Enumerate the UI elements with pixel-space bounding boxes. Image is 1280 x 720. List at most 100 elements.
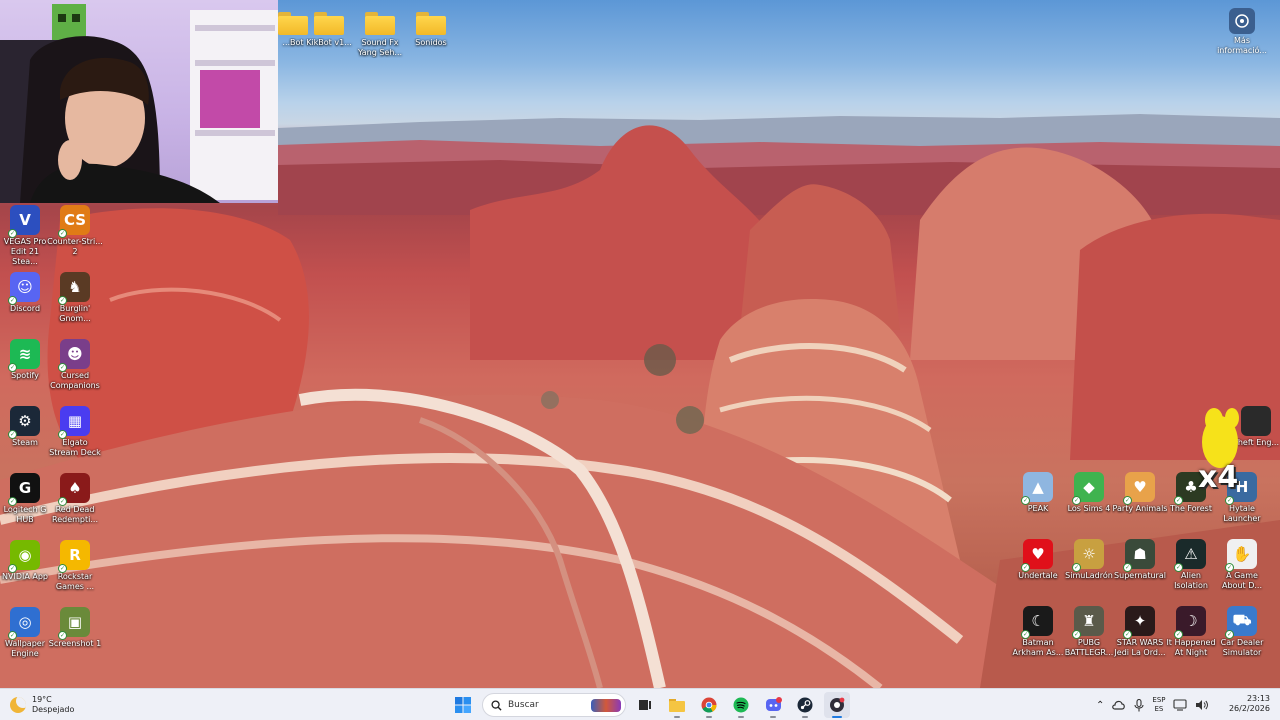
desktop-icon-label: VEGAS Pro Edit 21 Stea...: [3, 237, 47, 266]
folder-icon: [314, 12, 344, 36]
desktop-icon-it-happened-at-night[interactable]: ☽ ✓ It Happened At Night: [1166, 606, 1216, 658]
desktop-icon-label: Spotify: [11, 371, 39, 380]
chrome-button[interactable]: [696, 692, 722, 718]
desktop-icon-red-dead-redempti[interactable]: ♠ ✓ Red Dead Redempti...: [50, 473, 100, 525]
desktop-icon-elgato-stream-deck[interactable]: ▦ ✓ Elgato Stream Deck: [49, 406, 101, 458]
desktop-icon-vegas-pro-edit-21-stea[interactable]: V ✓ VEGAS Pro Edit 21 Stea...: [0, 205, 50, 267]
desktop-icon-pubg-battlegr[interactable]: ♜ ✓ PUBG BATTLEGR...: [1064, 606, 1114, 658]
desktop-icon-label: Logitech G HUB: [3, 505, 47, 524]
sync-check-icon: ✓: [8, 430, 17, 439]
app-icon: ◎ ✓: [8, 607, 40, 640]
folder-sonidos[interactable]: Sonidos: [406, 8, 456, 48]
folder-label: Sonidos: [415, 38, 447, 47]
folder-kikbot[interactable]: KikBot v1...: [304, 8, 354, 48]
desktop-icon-party-animals[interactable]: ♥ ✓ Party Animals: [1112, 472, 1168, 514]
desktop-icon-rockstar-games[interactable]: R ✓ Rockstar Games ...: [50, 540, 100, 592]
sync-check-icon: ✓: [1072, 630, 1081, 639]
folder-sound-fx[interactable]: Sound Fx Yang Seh...: [355, 8, 405, 58]
desktop-icon-label: NVIDIA App: [2, 572, 48, 581]
more-info-button[interactable]: Más informació...: [1217, 8, 1267, 56]
desktop-icon-nvidia-app[interactable]: ◉ ✓ NVIDIA App: [0, 540, 50, 582]
app-glyph: ♥: [1031, 545, 1045, 563]
spotify-button[interactable]: [728, 692, 754, 718]
desktop-icon-counter-stri-2[interactable]: CS ✓ Counter-Stri... 2: [47, 205, 103, 257]
desktop-icon-label: Burglin' Gnom...: [59, 304, 91, 323]
weather-widget[interactable]: 19°C Despejado: [10, 693, 74, 717]
chevron-up-icon[interactable]: ⌃: [1096, 700, 1104, 711]
desktop-icon-label: Wallpaper Engine: [4, 639, 45, 658]
desktop-icon-supernatural[interactable]: ☗ ✓ Supernatural: [1114, 539, 1166, 581]
file-explorer-button[interactable]: [664, 692, 690, 718]
app-icon: ▣ ✓: [58, 607, 90, 640]
cloud-icon[interactable]: [1112, 699, 1126, 711]
desktop-icon-label: PEAK: [1027, 504, 1049, 513]
sync-check-icon: ✓: [8, 631, 17, 640]
folder-icon: [669, 699, 685, 712]
discord-button[interactable]: [760, 692, 786, 718]
app-glyph: ⛟: [1232, 611, 1252, 629]
task-view-button[interactable]: [632, 692, 658, 718]
sync-check-icon: ✓: [1021, 496, 1030, 505]
desktop-icon-label: Discord: [9, 304, 41, 313]
steam-icon: [797, 697, 813, 713]
app-glyph: G: [18, 479, 32, 497]
desktop-icon-screenshot-1[interactable]: ▣ ✓ Screenshot 1: [49, 607, 101, 649]
desktop-icon-peak[interactable]: ▲ ✓ PEAK: [1013, 472, 1063, 514]
app-glyph: ☽: [1184, 612, 1198, 630]
desktop-icon-simuladr-n[interactable]: ☼ ✓ SimuLadrón: [1064, 539, 1114, 581]
clock[interactable]: 23:13 26/2/2026: [1226, 694, 1270, 714]
app-icon: ☗ ✓: [1123, 539, 1155, 572]
desktop-icon-car-dealer-simulator[interactable]: ⛟ ✓ Car Dealer Simulator: [1217, 606, 1267, 658]
folder-icon: [416, 12, 446, 36]
desktop-icon-los-sims-4[interactable]: ◆ ✓ Los Sims 4: [1064, 472, 1114, 514]
webcam-feed: [0, 4, 278, 203]
mascot-sticker: x4: [1196, 398, 1250, 498]
sync-check-icon: ✓: [1072, 496, 1081, 505]
desktop-icon-label: STAR WARS Jedi La Ord...: [1114, 638, 1166, 657]
running-indicator: [706, 716, 712, 718]
desktop-icon-batman-arkham-as[interactable]: ☾ ✓ Batman Arkham As...: [1013, 606, 1063, 658]
desktop-icon-label: Supernatural: [1114, 571, 1166, 580]
search-box[interactable]: Buscar: [482, 693, 626, 717]
desktop-icon-alien-isolation[interactable]: ⚠ ✓ Alien Isolation: [1166, 539, 1216, 591]
app-glyph: ⚠: [1184, 545, 1198, 563]
sync-check-icon: ✓: [1225, 630, 1234, 639]
language-indicator[interactable]: ESP ES: [1152, 696, 1165, 714]
app-icon: ☼ ✓: [1072, 539, 1104, 572]
desktop-icon-logitech-g-hub[interactable]: G ✓ Logitech G HUB: [0, 473, 50, 525]
steam-button[interactable]: [792, 692, 818, 718]
desktop-icon-spotify[interactable]: ≋ ✓ Spotify: [0, 339, 50, 381]
desktop-icon-label: PUBG BATTLEGR...: [1064, 638, 1114, 657]
desktop-icon-label: It Happened At Night: [1166, 638, 1216, 657]
webcam-overlay: [0, 0, 278, 203]
app-icon: ♞ ✓: [58, 272, 90, 305]
desktop-icon-steam[interactable]: ⚙ ✓ Steam: [0, 406, 50, 448]
desktop-icon-undertale[interactable]: ♥ ✓ Undertale: [1013, 539, 1063, 581]
volume-icon[interactable]: [1195, 699, 1209, 711]
desktop-icon-wallpaper-engine[interactable]: ◎ ✓ Wallpaper Engine: [0, 607, 50, 659]
app-glyph: ♥: [1133, 478, 1147, 496]
desktop-icon-label: Counter-Stri... 2: [47, 237, 103, 256]
desktop-icon-burglin-gnom[interactable]: ♞ ✓ Burglin' Gnom...: [50, 272, 100, 324]
network-icon[interactable]: [1173, 699, 1188, 711]
desktop-icon-discord[interactable]: ☺ ✓ Discord: [0, 272, 50, 314]
desktop-icon-star-wars-jedi-la-ord[interactable]: ✦ ✓ STAR WARS Jedi La Ord...: [1114, 606, 1166, 658]
start-button[interactable]: [450, 692, 476, 718]
sync-check-icon: ✓: [1174, 563, 1183, 572]
desktop-icon-label: Party Animals: [1112, 504, 1168, 513]
desktop-icon-label: Hytale Launcher: [1223, 504, 1261, 523]
app-glyph: ♞: [68, 278, 82, 296]
microphone-icon[interactable]: [1134, 698, 1144, 712]
app-icon: ⛟ ✓: [1225, 606, 1257, 639]
desktop-icon-cursed-companions[interactable]: ☻ ✓ Cursed Companions: [50, 339, 100, 391]
sync-check-icon: ✓: [1021, 630, 1030, 639]
camera-icon: [1229, 8, 1255, 34]
recording-app-button[interactable]: [824, 692, 850, 718]
app-glyph: ✦: [1133, 612, 1147, 630]
app-glyph: ✋: [1232, 545, 1252, 563]
desktop-icon-a-game-about-d[interactable]: ✋ ✓ A Game About D...: [1217, 539, 1267, 591]
app-glyph: ▲: [1032, 478, 1044, 496]
sync-check-icon: ✓: [58, 229, 67, 238]
sync-check-icon: ✓: [1021, 563, 1030, 572]
app-glyph: ▣: [67, 613, 83, 631]
